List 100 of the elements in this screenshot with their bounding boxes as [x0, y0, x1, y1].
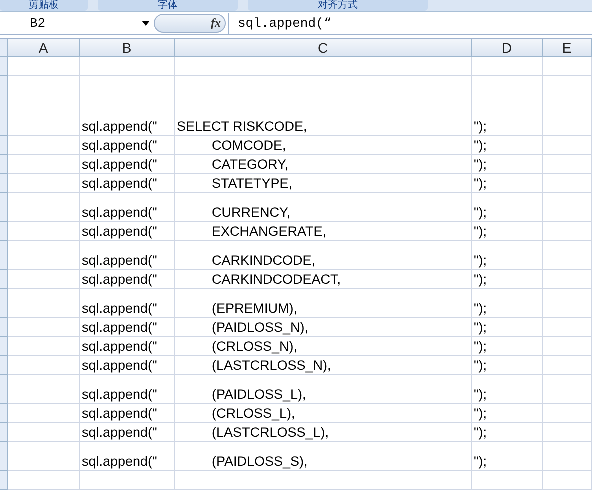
table-cell: ");: [472, 241, 543, 270]
column-header[interactable]: E: [543, 39, 592, 57]
table-cell: [8, 471, 80, 490]
table-cell: ");: [472, 174, 543, 193]
table-cell: [543, 289, 592, 318]
table-cell: ");: [472, 136, 543, 155]
table-cell: (PAIDLOSS_N),: [175, 318, 472, 337]
row-header[interactable]: [0, 222, 8, 241]
table-cell: [543, 241, 592, 270]
table-cell: [8, 76, 80, 136]
table-cell: [8, 174, 80, 193]
table-cell: [543, 423, 592, 442]
row-header[interactable]: [0, 76, 8, 136]
table-cell: [543, 222, 592, 241]
table-cell: [8, 155, 80, 174]
table-cell: [543, 318, 592, 337]
table-cell: sql.append(": [80, 222, 175, 241]
table-cell: CURRENCY,: [175, 193, 472, 222]
column-header[interactable]: A: [8, 39, 80, 57]
table-cell: [543, 356, 592, 375]
column-header[interactable]: D: [472, 39, 543, 57]
table-cell: sql.append(": [80, 76, 175, 136]
column-header[interactable]: B: [80, 39, 175, 57]
row-header[interactable]: [0, 337, 8, 356]
select-all-corner[interactable]: [0, 39, 8, 57]
table-cell: sql.append(": [80, 193, 175, 222]
row-header[interactable]: [0, 270, 8, 289]
table-cell: [8, 289, 80, 318]
table-cell: COMCODE,: [175, 136, 472, 155]
name-box[interactable]: B2: [0, 16, 142, 32]
table-cell: (LASTCRLOSS_L),: [175, 423, 472, 442]
table-cell: (CRLOSS_N),: [175, 337, 472, 356]
table-cell: sql.append(": [80, 375, 175, 404]
table-cell: CATEGORY,: [175, 155, 472, 174]
row-header[interactable]: [0, 471, 8, 490]
insert-function-button[interactable]: fx: [154, 14, 226, 34]
table-cell: [8, 404, 80, 423]
table-cell: [8, 375, 80, 404]
table-cell: STATETYPE,: [175, 174, 472, 193]
row-header[interactable]: [0, 356, 8, 375]
row-header[interactable]: [0, 375, 8, 404]
table-cell: ");: [472, 289, 543, 318]
table-cell: [543, 136, 592, 155]
table-cell: sql.append(": [80, 337, 175, 356]
row-header[interactable]: [0, 289, 8, 318]
table-cell: (LASTCRLOSS_N),: [175, 356, 472, 375]
row-header[interactable]: [0, 404, 8, 423]
row-header[interactable]: [0, 193, 8, 222]
table-cell: [8, 356, 80, 375]
table-cell: [543, 404, 592, 423]
table-cell: [543, 155, 592, 174]
row-header[interactable]: [0, 174, 8, 193]
table-cell: ");: [472, 423, 543, 442]
table-cell: (EPREMIUM),: [175, 289, 472, 318]
table-cell: sql.append(": [80, 270, 175, 289]
table-cell: [8, 222, 80, 241]
table-cell: [8, 442, 80, 471]
table-cell: [543, 471, 592, 490]
table-cell: CARKINDCODEACT,: [175, 270, 472, 289]
table-cell: sql.append(": [80, 289, 175, 318]
row-header[interactable]: [0, 318, 8, 337]
table-cell: sql.append(": [80, 318, 175, 337]
table-cell: [8, 337, 80, 356]
table-cell: [543, 375, 592, 404]
table-cell: [8, 241, 80, 270]
table-cell: ");: [472, 404, 543, 423]
formula-field[interactable]: sql.append(“: [228, 13, 592, 34]
table-cell: [543, 270, 592, 289]
table-cell: ");: [472, 76, 543, 136]
row-header[interactable]: [0, 57, 8, 76]
table-cell: sql.append(": [80, 423, 175, 442]
table-cell: sql.append(": [80, 442, 175, 471]
table-cell: ");: [472, 442, 543, 471]
table-cell: ");: [472, 356, 543, 375]
table-cell: ");: [472, 270, 543, 289]
table-cell: [472, 57, 543, 76]
table-cell: sql.append(": [80, 136, 175, 155]
row-header[interactable]: [0, 423, 8, 442]
table-cell: [8, 193, 80, 222]
table-cell: ");: [472, 193, 543, 222]
table-cell: ");: [472, 318, 543, 337]
row-header[interactable]: [0, 155, 8, 174]
row-header[interactable]: [0, 136, 8, 155]
column-header[interactable]: C: [175, 39, 472, 57]
table-cell: sql.append(": [80, 155, 175, 174]
table-cell: (PAIDLOSS_S),: [175, 442, 472, 471]
table-cell: [543, 442, 592, 471]
dropdown-caret-icon[interactable]: [142, 21, 150, 26]
table-cell: [543, 76, 592, 136]
table-cell: [8, 318, 80, 337]
table-cell: EXCHANGERATE,: [175, 222, 472, 241]
table-cell: [543, 57, 592, 76]
table-cell: sql.append(": [80, 241, 175, 270]
row-header[interactable]: [0, 442, 8, 471]
row-header[interactable]: [0, 241, 8, 270]
table-cell: SELECT RISKCODE,: [175, 76, 472, 136]
table-cell: ");: [472, 222, 543, 241]
table-cell: (PAIDLOSS_L),: [175, 375, 472, 404]
table-cell: ");: [472, 337, 543, 356]
table-cell: [543, 337, 592, 356]
